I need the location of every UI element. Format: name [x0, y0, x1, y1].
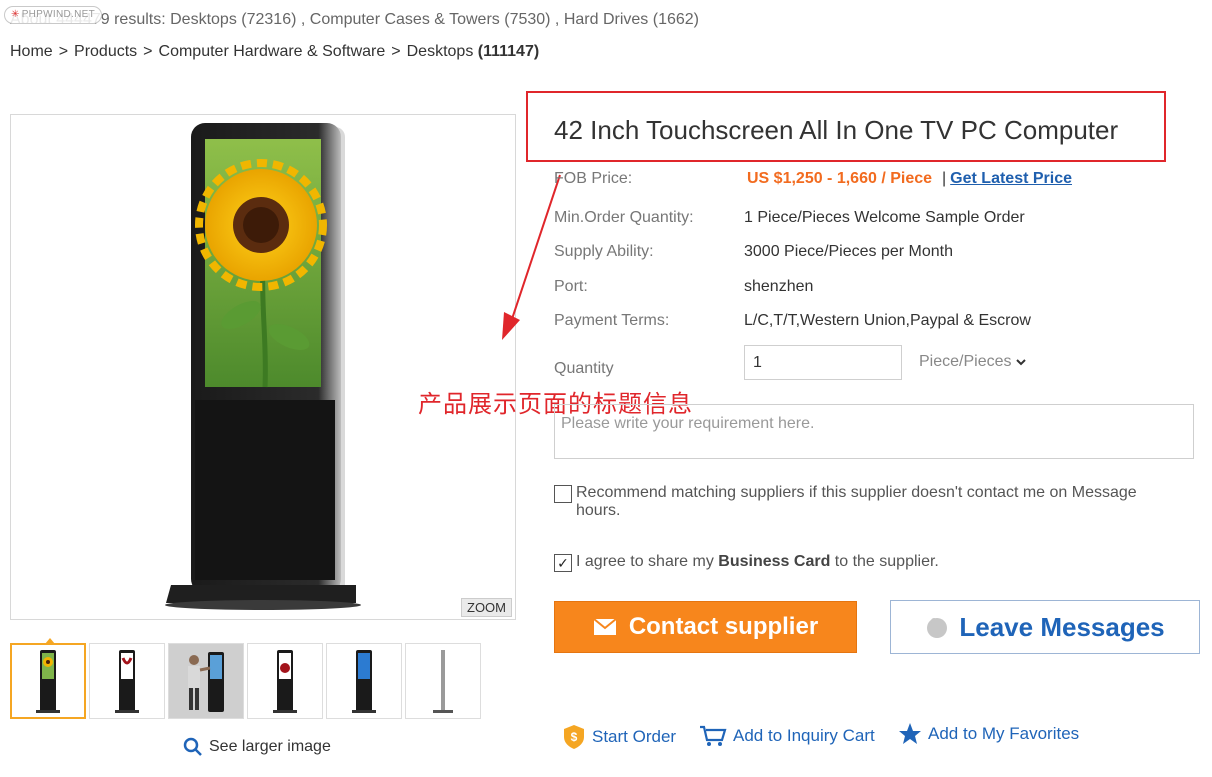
breadcrumb-computer-hardware[interactable]: Computer Hardware & Software [159, 43, 386, 60]
quantity-label: Quantity [554, 360, 614, 377]
message-bubble-icon [927, 618, 948, 638]
min-order-label: Min.Order Quantity: [554, 209, 694, 226]
requirement-textarea[interactable]: Please write your requirement here. [554, 404, 1194, 459]
shield-icon: $ [564, 725, 584, 749]
envelope-icon [593, 618, 617, 635]
kiosk-side-thumb-icon [433, 650, 453, 713]
thumbnail-3[interactable] [168, 643, 244, 719]
recommend-checkbox[interactable] [554, 485, 572, 503]
fob-price-label: FOB Price: [554, 170, 633, 187]
contact-supplier-button[interactable]: Contact supplier [554, 601, 857, 653]
add-to-inquiry-cart-link[interactable]: Add to Inquiry Cart [699, 724, 875, 748]
svg-text:$: $ [571, 730, 578, 744]
thumbnail-strip [10, 638, 481, 719]
main-product-image[interactable]: ZOOM [10, 114, 516, 620]
thumbnail-5[interactable] [326, 643, 402, 719]
person-kiosk-icon [188, 652, 224, 712]
kiosk-thumb-icon [115, 650, 139, 713]
thumbnail-2[interactable] [89, 643, 165, 719]
zoom-button[interactable]: ZOOM [461, 598, 512, 617]
get-latest-price-link[interactable]: Get Latest Price [950, 170, 1072, 187]
quantity-input[interactable] [744, 345, 902, 380]
kiosk-thumb-icon [273, 650, 297, 713]
leave-messages-button[interactable]: Leave Messages [890, 600, 1200, 654]
payment-terms-label: Payment Terms: [554, 312, 670, 329]
supply-ability-value: 3000 Piece/Pieces per Month [744, 243, 954, 260]
kiosk-image [165, 123, 361, 610]
thumbnail-1[interactable] [10, 638, 86, 719]
add-to-favorites-link[interactable]: Add to My Favorites [898, 722, 1079, 746]
port-value: shenzhen [744, 278, 814, 295]
see-larger-image-link[interactable]: See larger image [183, 737, 331, 757]
breadcrumb-home[interactable]: Home [10, 43, 53, 60]
agree-checkbox[interactable]: ✓ [554, 554, 572, 572]
result-category-hard-drives[interactable]: Hard Drives (1662) [564, 11, 699, 28]
recommend-suppliers-option[interactable]: Recommend matching suppliers if this sup… [554, 484, 1137, 520]
cart-icon [700, 725, 727, 746]
port-label: Port: [554, 278, 588, 295]
chevron-down-icon [1015, 359, 1026, 366]
start-order-link[interactable]: $ Start Order [562, 724, 676, 750]
watermark-logo: ✳ PHPWIND.NET [4, 6, 102, 24]
result-category-cases[interactable]: Computer Cases & Towers (7530) [310, 11, 551, 28]
product-title: 42 Inch Touchscreen All In One TV PC Com… [554, 115, 1119, 145]
thumbnail-4[interactable] [247, 643, 323, 719]
thumbnail-6[interactable] [405, 643, 481, 719]
min-order-value: 1 Piece/Pieces Welcome Sample Order [744, 209, 1025, 226]
price-value: US $1,250 - 1,660 / Piece [747, 170, 933, 187]
payment-terms-value: L/C,T/T,Western Union,Paypal & Escrow [744, 312, 1031, 329]
price-row: US $1,250 - 1,660 / Piece | Get Latest Pri… [747, 170, 1072, 187]
kiosk-thumb-icon [352, 650, 376, 713]
star-icon [899, 723, 921, 744]
search-results-summary: About 444479 results: Desktops (72316) ,… [10, 11, 699, 28]
breadcrumb-products[interactable]: Products [74, 43, 137, 60]
magnifier-icon [183, 737, 202, 756]
breadcrumb: Home > Products > Computer Hardware & Softwa… [10, 43, 540, 60]
breadcrumb-desktops[interactable]: Desktops [407, 43, 474, 60]
kiosk-thumb-icon [36, 650, 60, 713]
result-category-desktops[interactable]: Desktops (72316) [170, 11, 296, 28]
breadcrumb-count: (111147) [477, 43, 540, 60]
star-icon: ✳ [11, 9, 20, 20]
unit-select[interactable]: Piece/Pieces [919, 353, 1027, 371]
agree-business-card-option[interactable]: ✓ I agree to share my Business Card to t… [554, 553, 939, 572]
supply-ability-label: Supply Ability: [554, 243, 654, 260]
